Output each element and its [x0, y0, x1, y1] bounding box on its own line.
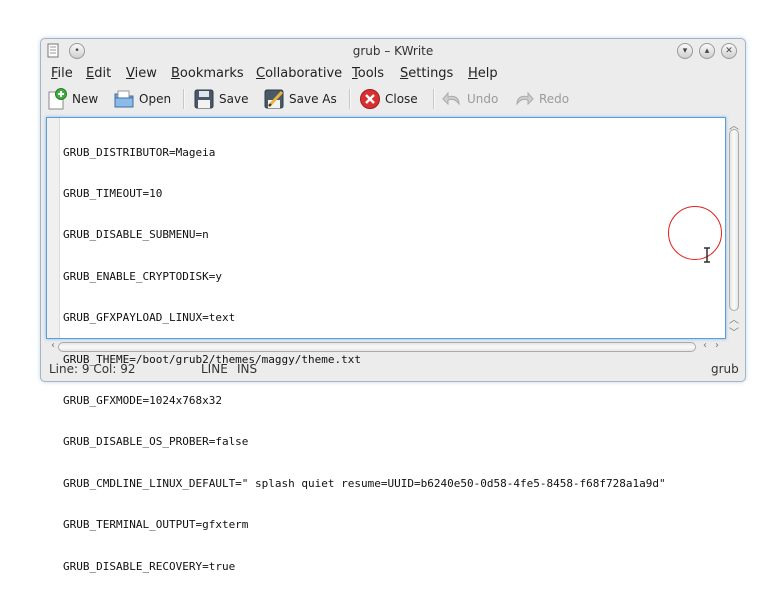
close-circle-icon — [360, 89, 380, 109]
code-line[interactable]: GRUB_GFXPAYLOAD_LINUX=text — [63, 311, 666, 325]
undo-button[interactable]: Undo — [441, 87, 498, 111]
code-line[interactable]: GRUB_DISABLE_RECOVERY=true — [63, 560, 666, 574]
icon-border[interactable] — [47, 118, 60, 338]
redo-icon — [516, 91, 534, 106]
file-name: grub — [711, 362, 739, 376]
maximize-icon: ▴ — [704, 46, 710, 56]
code-line[interactable]: GRUB_TIMEOUT=10 — [63, 187, 666, 201]
title-bar[interactable]: • grub – KWrite ▾ ▴ ✕ — [41, 39, 745, 63]
minimize-button[interactable]: ▾ — [677, 43, 693, 59]
save-disk-icon — [194, 89, 214, 109]
scroll-right-icon[interactable]: › — [710, 340, 724, 351]
horizontal-scroll-handle[interactable] — [58, 342, 696, 352]
status-bar: Line: 9 Col: 92 LINE INS grub — [41, 359, 745, 379]
menu-bookmarks[interactable]: Bookmarks — [171, 66, 244, 81]
scroll-down-icon[interactable]: ﹀ — [727, 324, 741, 339]
code-line[interactable]: GRUB_DISABLE_SUBMENU=n — [63, 228, 666, 242]
window-title: grub – KWrite — [352, 44, 434, 58]
horizontal-scrollbar[interactable]: ‹ ‹ › — [46, 340, 742, 354]
code-line[interactable]: GRUB_TERMINAL_OUTPUT=gfxterm — [63, 518, 666, 532]
save-as-icon — [264, 89, 284, 109]
vertical-scrollbar[interactable]: ︿ ︿ ﹀ — [727, 117, 741, 339]
cursor-position: Line: 9 Col: 92 — [49, 362, 136, 376]
insert-mode[interactable]: INS — [237, 362, 257, 376]
undo-icon — [442, 91, 460, 106]
close-icon: ✕ — [725, 46, 733, 56]
new-document-icon — [48, 88, 67, 110]
maximize-button[interactable]: ▴ — [699, 43, 715, 59]
menu-settings[interactable]: Settings — [400, 66, 453, 81]
toolbar-separator — [183, 89, 185, 109]
text-editor[interactable]: GRUB_DISTRIBUTOR=Mageia GRUB_TIMEOUT=10 … — [46, 117, 726, 573]
code-line[interactable]: GRUB_GFXMODE=1024x768x32 — [63, 394, 666, 408]
open-button[interactable]: Open — [113, 87, 171, 111]
vertical-scroll-handle[interactable] — [729, 129, 739, 311]
new-button[interactable]: New — [46, 87, 98, 111]
menu-tools[interactable]: Tools — [352, 66, 384, 81]
toolbar-separator — [433, 89, 435, 109]
code-line[interactable]: GRUB_CMDLINE_LINUX_DEFAULT=" splash quie… — [63, 477, 666, 491]
code-line[interactable]: GRUB_DISABLE_OS_PROBER=false — [63, 435, 666, 449]
main-toolbar: New Open Save Save As Close Undo Redo — [41, 85, 745, 113]
folder-open-icon — [114, 90, 134, 108]
redo-button[interactable]: Redo — [513, 87, 569, 111]
code-line[interactable]: GRUB_ENABLE_CRYPTODISK=y — [63, 270, 666, 284]
toolbar-separator — [349, 89, 351, 109]
close-window-button[interactable]: ✕ — [721, 43, 737, 59]
menu-bar: File Edit View Bookmarks Collaborative T… — [41, 64, 745, 84]
code-line[interactable]: GRUB_DISTRIBUTOR=Mageia — [63, 146, 666, 160]
menu-edit[interactable]: Edit — [86, 66, 111, 81]
close-document-button[interactable]: Close — [359, 87, 418, 111]
text-cursor-icon — [704, 247, 710, 263]
menu-help[interactable]: Help — [468, 66, 498, 81]
menu-collaborative[interactable]: Collaborative — [256, 66, 342, 81]
menu-file[interactable]: File — [51, 66, 73, 81]
save-as-button[interactable]: Save As — [263, 87, 337, 111]
selection-mode[interactable]: LINE — [201, 362, 228, 376]
kwrite-window: • grub – KWrite ▾ ▴ ✕ File Edit View Boo… — [40, 38, 746, 573]
menu-view[interactable]: View — [126, 66, 157, 81]
save-button[interactable]: Save — [193, 87, 248, 111]
highlight-circle — [668, 206, 722, 260]
minimize-icon: ▾ — [682, 46, 688, 56]
